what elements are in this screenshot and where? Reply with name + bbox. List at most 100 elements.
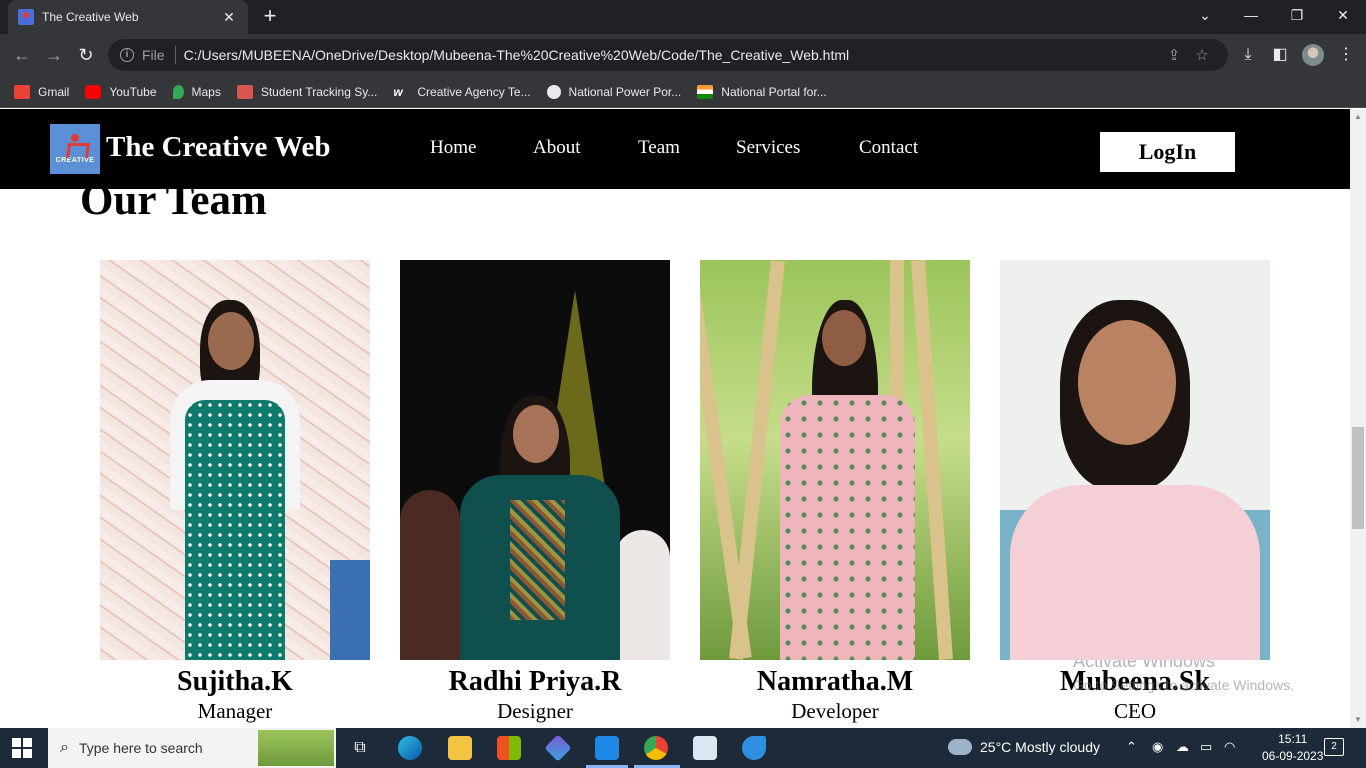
site-navbar: CREATIVE The Creative Web Home About Tea…	[0, 109, 1350, 189]
bookmark-student-tracking[interactable]: Student Tracking Sy...	[236, 84, 378, 99]
nav-team[interactable]: Team	[638, 137, 680, 159]
tray-chevron-up-icon[interactable]: ⌃	[1126, 739, 1137, 755]
cloud-icon	[944, 735, 972, 755]
profile-avatar[interactable]	[1302, 44, 1324, 66]
download-icon[interactable]: ⤓	[1236, 44, 1260, 66]
back-arrow-icon[interactable]: ←	[10, 43, 34, 67]
bookmarks-bar: Gmail YouTube Maps Student Tracking Sy..…	[0, 76, 1366, 108]
side-panel-icon[interactable]: ◧	[1268, 44, 1292, 66]
brand-name[interactable]: The Creative Web	[106, 131, 330, 164]
tab-search-icon[interactable]: ⌄	[1182, 0, 1228, 30]
member-name: Namratha.M	[756, 666, 914, 697]
search-placeholder: Type here to search	[78, 740, 203, 756]
weather-widget[interactable]: 25°C Mostly cloudy	[944, 735, 1100, 755]
bookmark-creative-agency[interactable]: w Creative Agency Te...	[393, 85, 530, 99]
clock-date: 06-09-2023	[1262, 749, 1324, 763]
bookmark-label: National Portal for...	[721, 84, 827, 99]
task-view-icon[interactable]: ⧉	[348, 736, 372, 760]
scroll-down-icon[interactable]: ▼	[1350, 712, 1366, 728]
activate-windows-subtitle: Go to Settings to activate Windows.	[1073, 677, 1294, 693]
login-button[interactable]: LogIn	[1100, 132, 1235, 172]
team-photo	[1000, 260, 1270, 660]
member-role: Designer	[497, 699, 573, 723]
maps-icon	[172, 84, 184, 99]
bookmark-maps[interactable]: Maps	[172, 84, 221, 99]
team-photo	[700, 260, 970, 660]
address-bar[interactable]: i File C:/Users/MUBEENA/OneDrive/Desktop…	[108, 39, 1228, 71]
member-role: CEO	[1114, 699, 1156, 723]
browser-tab-strip: The Creative Web ✕ + ⌄ — ❐ ✕	[0, 0, 1366, 34]
forward-arrow-icon[interactable]: →	[42, 43, 66, 67]
team-card: Mubeena.Sk CEO	[1000, 260, 1270, 724]
new-tab-button[interactable]: +	[258, 4, 282, 28]
clock-time: 15:11	[1278, 732, 1308, 746]
bookmark-gmail[interactable]: Gmail	[14, 84, 70, 99]
scroll-thumb[interactable]	[1352, 427, 1364, 529]
vscode-icon[interactable]	[595, 736, 619, 760]
globe-icon	[546, 84, 561, 99]
page-viewport: CREATIVE The Creative Web Home About Tea…	[0, 109, 1350, 728]
meet-now-icon[interactable]: ◉	[1152, 739, 1163, 755]
member-name: Sujitha.K	[177, 666, 293, 697]
site-logo[interactable]: CREATIVE	[50, 124, 100, 174]
windows-start-icon[interactable]	[12, 738, 32, 758]
minimize-button[interactable]: —	[1228, 0, 1274, 30]
search-icon: ⌕	[60, 739, 69, 756]
close-window-button[interactable]: ✕	[1320, 0, 1366, 30]
bookmark-label: Student Tracking Sy...	[260, 84, 378, 99]
scheme-label: File	[142, 47, 165, 63]
restore-button[interactable]: ❐	[1274, 0, 1320, 30]
menu-kebab-icon[interactable]: ⋮	[1334, 44, 1358, 66]
logo-text: CREATIVE	[55, 157, 95, 164]
nav-contact[interactable]: Contact	[859, 137, 918, 159]
copilot-icon[interactable]	[544, 734, 572, 762]
network-cloud-icon[interactable]: ☁	[1176, 739, 1189, 755]
creative-agency-icon: w	[393, 84, 403, 99]
bookmark-label: YouTube	[109, 84, 157, 99]
bookmark-label: National Power Por...	[568, 84, 682, 99]
scroll-up-icon[interactable]: ▲	[1350, 109, 1366, 125]
bookmark-label: Maps	[191, 84, 221, 99]
notification-icon[interactable]: 2	[1324, 738, 1344, 756]
close-tab-icon[interactable]: ✕	[220, 9, 238, 26]
battery-icon[interactable]: ▭	[1200, 739, 1212, 755]
nav-home[interactable]: Home	[430, 137, 476, 159]
bookmark-national-portal[interactable]: National Portal for...	[697, 84, 827, 99]
share-icon[interactable]: ⇪	[1160, 46, 1188, 64]
wifi-icon[interactable]: ◠	[1224, 739, 1235, 755]
omnibox-divider	[174, 46, 176, 64]
india-flag-icon	[697, 84, 714, 99]
url-text[interactable]: C:/Users/MUBEENA/OneDrive/Desktop/Mubeen…	[184, 47, 1160, 63]
info-icon[interactable]: i	[120, 48, 134, 62]
team-card: Sujitha.K Manager	[100, 260, 370, 724]
photos-icon[interactable]	[693, 736, 717, 760]
file-explorer-icon[interactable]	[448, 736, 472, 760]
edge-icon[interactable]	[398, 736, 422, 760]
browser-toolbar: ← → ↻ i File C:/Users/MUBEENA/OneDrive/D…	[0, 34, 1366, 76]
microsoft-store-icon[interactable]	[497, 736, 521, 760]
search-highlight-image	[258, 730, 334, 766]
tab-title: The Creative Web	[42, 10, 139, 24]
youtube-icon	[85, 84, 102, 99]
member-role: Manager	[197, 699, 273, 723]
bookmark-youtube[interactable]: YouTube	[85, 84, 157, 99]
app-icon[interactable]	[742, 736, 766, 760]
chrome-icon[interactable]	[644, 736, 668, 760]
team-photo	[400, 260, 670, 660]
bookmark-star-icon[interactable]: ☆	[1188, 46, 1216, 64]
system-clock[interactable]: 15:11 06-09-2023	[1262, 731, 1323, 765]
bookmark-national-power[interactable]: National Power Por...	[546, 84, 682, 99]
bookmark-label: Gmail	[38, 84, 70, 99]
reload-icon[interactable]: ↻	[74, 43, 98, 67]
member-name: Radhi Priya.R	[448, 666, 622, 697]
taskbar-search[interactable]: ⌕ Type here to search	[48, 728, 336, 768]
nav-about[interactable]: About	[533, 137, 581, 159]
page-scrollbar[interactable]: ▲ ▼	[1350, 109, 1366, 728]
weather-text: 25°C Mostly cloudy	[980, 739, 1100, 755]
nav-services[interactable]: Services	[736, 137, 800, 159]
bookmark-label: Creative Agency Te...	[417, 84, 531, 99]
gmail-icon	[14, 84, 30, 99]
member-role: Developer	[791, 699, 879, 723]
browser-tab[interactable]: The Creative Web ✕	[8, 0, 248, 34]
team-photo	[100, 260, 370, 660]
